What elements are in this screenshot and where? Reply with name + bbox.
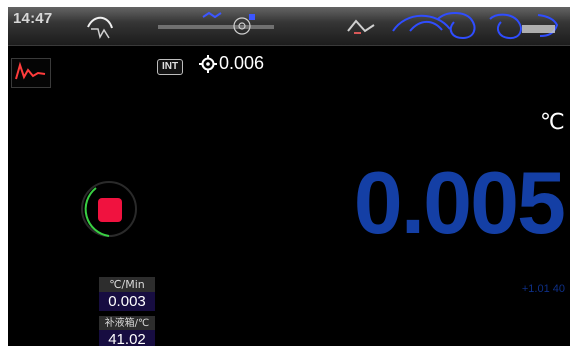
rate-panel: ℃/Min 0.003 [99,277,155,311]
alert-icon [489,13,522,40]
current-temperature: 0.005 [353,153,566,252]
status-icons [87,11,559,40]
stop-icon [98,198,122,222]
tank-label: 补液箱/℃ [104,318,150,329]
alert-icon [437,12,476,40]
network-icon [158,25,274,29]
crosshair-icon [199,55,217,73]
rate-label: ℃/Min [109,278,145,291]
status-symbol-icon [91,28,110,39]
rate-value: 0.003 [99,292,155,311]
setpoint-value: 0.006 [219,53,265,73]
alert-icon [392,14,451,32]
tank-value: 41.02 [99,330,155,346]
network-icon [202,11,222,19]
alert-icon [522,25,555,33]
device-screen: 14:47 INT 0.006 ℃ 0.005 +1.01 40 ℃/Min 0… [8,7,570,346]
usb-icon [249,14,255,20]
status-bar: 14:47 [8,7,570,46]
status-symbol-icon [87,16,113,29]
mode-badge: INT [157,59,183,75]
chart-icon[interactable] [11,58,51,88]
alert-icon [347,19,375,33]
temperature-unit: ℃ [540,110,565,135]
tank-panel: 补液箱/℃ 41.02 [99,316,155,346]
trend-value: +1.01 40 [521,283,565,295]
